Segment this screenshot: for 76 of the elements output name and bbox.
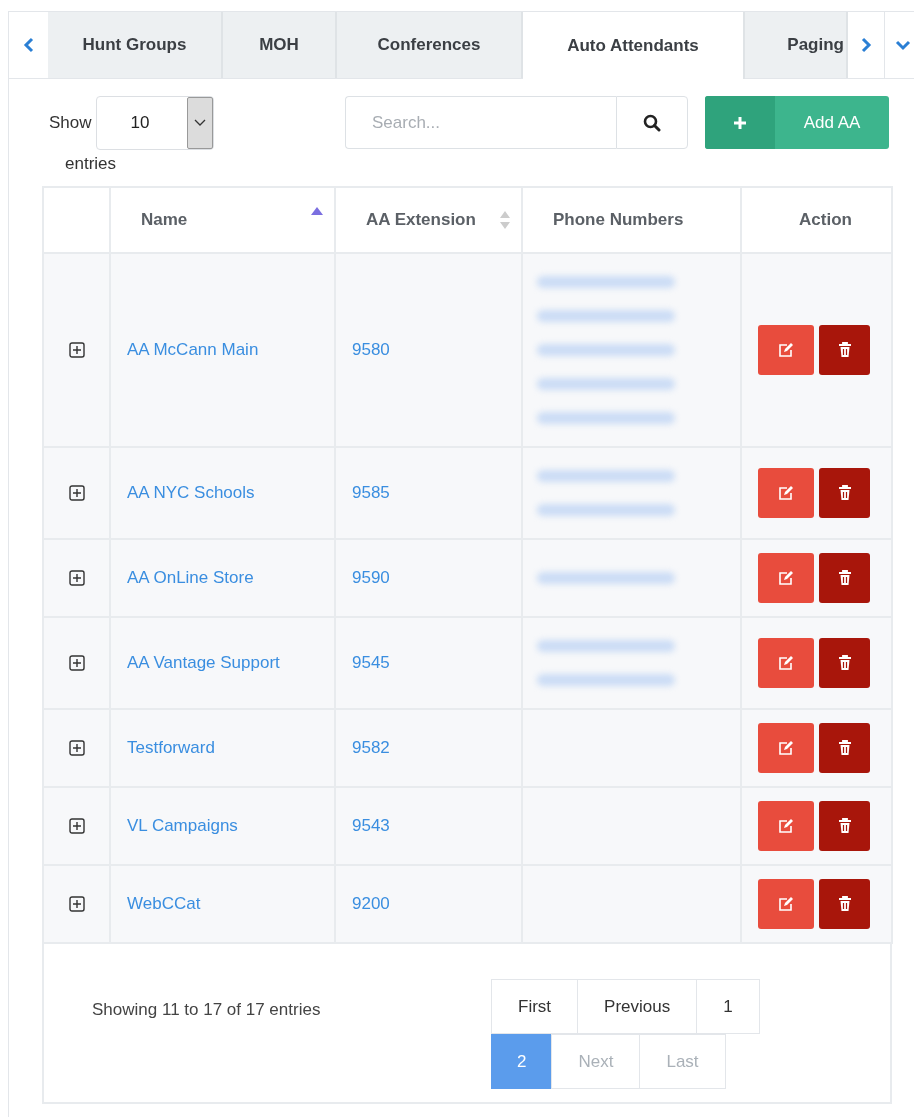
plus-icon xyxy=(733,115,747,130)
extension-link[interactable]: 9200 xyxy=(352,894,390,914)
entries-label: entries xyxy=(65,154,118,174)
delete-button[interactable] xyxy=(819,553,870,603)
name-link[interactable]: AA OnLine Store xyxy=(127,568,254,588)
tab[interactable]: Auto Attendants xyxy=(523,12,745,79)
expand-icon[interactable] xyxy=(68,818,85,834)
page-button[interactable]: 1 xyxy=(696,979,760,1034)
search-button[interactable] xyxy=(616,96,688,149)
show-label: Show xyxy=(49,113,92,133)
extension-link[interactable]: 9545 xyxy=(352,653,390,673)
edit-button[interactable] xyxy=(758,325,814,375)
edit-icon xyxy=(778,485,794,501)
name-link[interactable]: Testforward xyxy=(127,738,215,758)
chevron-left-icon xyxy=(22,37,35,53)
entries-info: Showing 11 to 17 of 17 entries xyxy=(92,1000,322,1020)
trash-icon xyxy=(837,740,852,756)
edit-button[interactable] xyxy=(758,801,814,851)
expand-icon[interactable] xyxy=(68,570,85,586)
chevron-right-icon xyxy=(860,37,872,53)
column-header[interactable]: Name xyxy=(141,210,188,230)
search-icon xyxy=(643,113,661,132)
add-aa-button[interactable]: Add AA xyxy=(705,96,889,149)
name-link[interactable]: AA NYC Schools xyxy=(127,483,255,503)
extension-link[interactable]: 9585 xyxy=(352,483,390,503)
edit-icon xyxy=(778,818,794,834)
chevron-down-icon xyxy=(895,39,911,51)
name-link[interactable]: AA Vantage Support xyxy=(127,653,280,673)
expand-icon[interactable] xyxy=(68,896,85,912)
edit-icon xyxy=(778,342,794,358)
trash-icon xyxy=(837,655,852,671)
tab[interactable]: Paging xyxy=(745,12,848,78)
expand-icon[interactable] xyxy=(68,342,85,358)
extension-link[interactable]: 9582 xyxy=(352,738,390,758)
edit-icon xyxy=(778,570,794,586)
page-button[interactable]: 2 xyxy=(491,1034,553,1089)
name-link[interactable]: WebCCat xyxy=(127,894,201,914)
name-link[interactable]: AA McCann Main xyxy=(127,340,259,360)
page-button[interactable]: First xyxy=(491,979,579,1034)
entries-select[interactable]: 10 xyxy=(95,96,214,150)
trash-icon xyxy=(837,485,852,501)
expand-icon[interactable] xyxy=(68,655,85,671)
extension-link[interactable]: 9543 xyxy=(352,816,390,836)
delete-button[interactable] xyxy=(819,638,870,688)
column-header[interactable]: Phone Numbers xyxy=(553,210,684,230)
tab[interactable]: MOH xyxy=(223,12,337,78)
search-field[interactable]: Search... xyxy=(345,96,616,149)
name-link[interactable]: VL Campaigns xyxy=(127,816,238,836)
trash-icon xyxy=(837,896,852,912)
expand-icon[interactable] xyxy=(68,485,85,501)
delete-button[interactable] xyxy=(819,723,870,773)
delete-button[interactable] xyxy=(819,801,870,851)
column-header[interactable]: Action xyxy=(799,210,852,230)
delete-button[interactable] xyxy=(819,325,870,375)
tab[interactable]: Conferences xyxy=(337,12,523,78)
column-header[interactable]: AA Extension xyxy=(366,210,476,230)
extension-link[interactable]: 9580 xyxy=(352,340,390,360)
edit-button[interactable] xyxy=(758,723,814,773)
edit-button[interactable] xyxy=(758,553,814,603)
trash-icon xyxy=(837,342,852,358)
edit-button[interactable] xyxy=(758,638,814,688)
tab[interactable]: Hunt Groups xyxy=(48,12,223,78)
delete-button[interactable] xyxy=(819,879,870,929)
edit-icon xyxy=(778,740,794,756)
page-button[interactable]: Previous xyxy=(577,979,698,1034)
extension-link[interactable]: 9590 xyxy=(352,568,390,588)
trash-icon xyxy=(837,818,852,834)
delete-button[interactable] xyxy=(819,468,870,518)
expand-icon[interactable] xyxy=(68,740,85,756)
trash-icon xyxy=(837,570,852,586)
edit-icon xyxy=(778,896,794,912)
edit-button[interactable] xyxy=(758,468,814,518)
chevron-down-icon xyxy=(193,119,206,127)
sort-ascending-icon[interactable] xyxy=(310,206,324,216)
edit-button[interactable] xyxy=(758,879,814,929)
edit-icon xyxy=(778,655,794,671)
